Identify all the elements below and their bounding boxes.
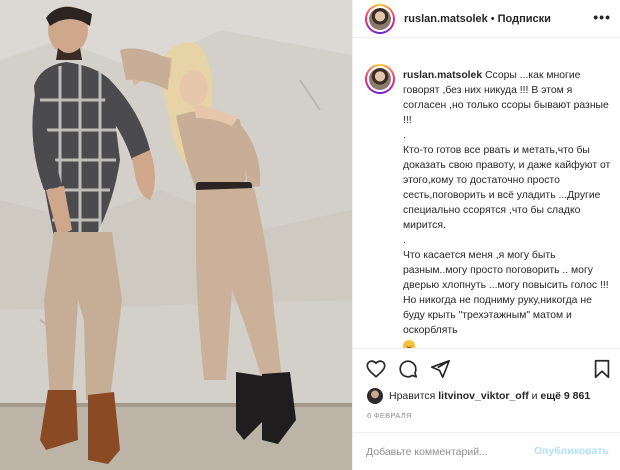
caption-dot: . xyxy=(403,235,406,246)
liker-username[interactable]: litvinov_viktor_off xyxy=(438,390,528,402)
post-side-panel: ruslan.matsolek • Подписки ••• ruslan.ma… xyxy=(352,0,620,470)
caption-dot: . xyxy=(403,130,406,141)
smile-emoji-icon xyxy=(403,340,415,348)
author-avatar[interactable] xyxy=(365,3,395,34)
action-bar xyxy=(353,348,620,390)
comment-input[interactable] xyxy=(366,445,526,458)
caption-username[interactable]: ruslan.matsolek xyxy=(403,70,482,81)
photo-illustration xyxy=(0,0,352,470)
following-button[interactable]: Подписки xyxy=(498,13,551,25)
header-separator: • xyxy=(490,12,495,25)
caption-paragraph: Что касается меня ,я могу быть разным..м… xyxy=(403,250,609,336)
more-icon[interactable]: ••• xyxy=(593,10,611,24)
liker-avatar[interactable] xyxy=(367,388,383,404)
likes-summary: Нравится litvinov_viktor_off и ещё 9 861 xyxy=(367,388,590,404)
bookmark-icon[interactable] xyxy=(591,358,613,380)
post-header: ruslan.matsolek • Подписки ••• xyxy=(353,0,620,38)
likes-count[interactable]: ещё 9 861 xyxy=(540,390,590,402)
share-icon[interactable] xyxy=(429,358,451,380)
likes-and: и xyxy=(531,390,538,402)
author-username[interactable]: ruslan.matsolek xyxy=(404,13,488,25)
post-photo[interactable] xyxy=(0,0,352,470)
post-date[interactable]: 6 ФЕВРАЛЯ xyxy=(367,411,412,420)
caption-author-avatar[interactable] xyxy=(365,64,395,94)
post-caption: ruslan.matsolek Ссоры ...как многие гово… xyxy=(353,58,620,348)
caption-text: ruslan.matsolek Ссоры ...как многие гово… xyxy=(403,68,613,348)
comment-icon[interactable] xyxy=(397,358,419,380)
caption-paragraph: Кто-то готов все рвать и метать,что бы д… xyxy=(403,145,611,231)
likes-prefix: Нравится xyxy=(389,390,436,402)
heart-icon[interactable] xyxy=(365,358,387,380)
publish-button[interactable]: Опубликовать xyxy=(534,445,609,457)
comment-bar: Опубликовать xyxy=(353,432,620,470)
